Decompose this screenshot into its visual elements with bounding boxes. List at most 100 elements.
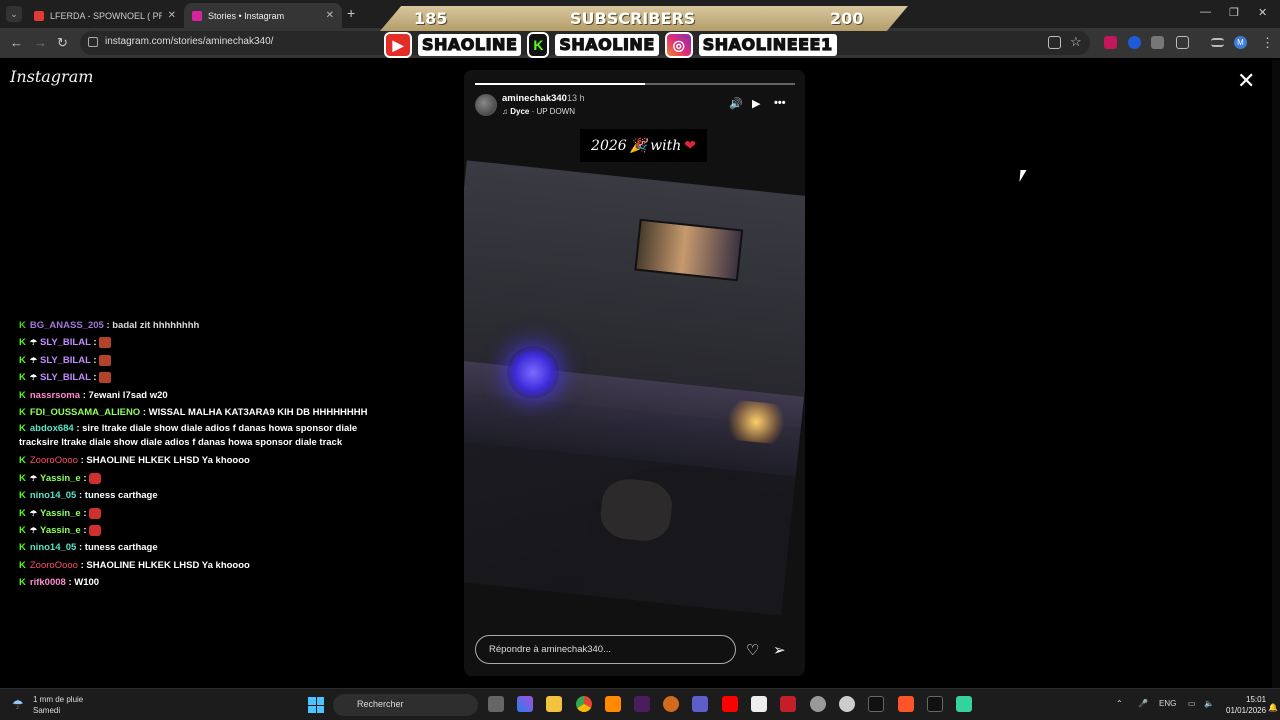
brave-icon[interactable] (898, 696, 914, 712)
reading-list-icon[interactable] (1211, 38, 1224, 47)
clock-time: 15:01 (1246, 695, 1267, 704)
kick-badge-icon: K (19, 423, 26, 435)
chat-username[interactable]: rifk0008 (30, 577, 66, 588)
chat-text: : 7ewani l7sad w20 (82, 389, 168, 401)
reload-icon[interactable]: ↻ (57, 35, 68, 51)
window-close-button[interactable]: ✕ (1258, 6, 1267, 19)
restore-button[interactable]: ❐ (1229, 6, 1239, 19)
music-icon: ♫ (502, 107, 508, 116)
windows-start-icon[interactable] (308, 697, 324, 713)
story-username[interactable]: aminechak340 (502, 93, 567, 104)
kick-badge-icon: K (19, 337, 26, 349)
install-app-icon[interactable] (1048, 36, 1061, 49)
task-view-icon[interactable] (488, 696, 504, 712)
chat-username[interactable]: FDI_OUSSAMA_ALIENO (30, 407, 140, 418)
app-icon[interactable] (839, 696, 855, 712)
taskbar-clock[interactable]: 15:01 01/01/2026 (1226, 694, 1266, 716)
tab-instagram-stories[interactable]: Stories • Instagram ✕ (184, 3, 342, 28)
chat-username[interactable]: ZooroOooo (30, 455, 78, 466)
user-badge-icon: ☂ (29, 526, 38, 536)
tradingview-icon[interactable] (927, 696, 943, 712)
xm-icon[interactable] (868, 696, 884, 712)
chat-message: K FDI_OUSSAMA_ALIENO : WISSAL MALHA KAT3A… (19, 404, 368, 421)
back-arrow-icon[interactable]: ← (10, 35, 23, 50)
chat-emote-icon (89, 507, 102, 519)
chat-text: : SHAOLINE HLKEK LHSD Ya khoooo (80, 559, 250, 571)
site-info-icon[interactable] (88, 37, 98, 47)
app-icon[interactable] (780, 696, 796, 712)
volume-icon[interactable]: 🔈 (1204, 699, 1214, 708)
chat-username[interactable]: nassrsoma (30, 390, 80, 401)
profile-avatar-icon[interactable]: M (1234, 36, 1247, 49)
page-scrollbar[interactable] (1272, 60, 1280, 688)
chat-message: K ZooroOooo : SHAOLINE HLKEK LHSD Ya khoo… (19, 557, 364, 574)
kick-badge-icon: K (19, 389, 26, 401)
menu-kebab-icon[interactable]: ⋮ (1261, 35, 1274, 51)
like-heart-icon[interactable]: ♡ (746, 641, 759, 659)
extension-icon[interactable] (1151, 36, 1164, 49)
taskbar-search[interactable]: Rechercher (333, 694, 478, 716)
mute-speaker-icon[interactable]: 🔊 (729, 97, 743, 110)
chat-username[interactable]: abdox684 (30, 423, 74, 434)
subs-current: 185 (414, 9, 448, 28)
minimize-button[interactable]: — (1200, 6, 1211, 18)
app-icon[interactable] (605, 696, 621, 712)
instagram-logo[interactable]: Instagram (10, 67, 93, 86)
microphone-icon[interactable]: 🎤 (1138, 699, 1148, 708)
language-indicator[interactable]: ENG (1159, 699, 1176, 708)
story-progress-fill (475, 83, 645, 85)
kick-handle: SHAOLINE (555, 34, 659, 56)
chevron-up-icon[interactable]: ⌃ (1116, 699, 1123, 708)
url-text: instagram.com/stories/aminechak340/ (105, 36, 274, 47)
chat-message: K ☂ SLY_BILAL : (19, 369, 364, 386)
chrome-icon[interactable] (576, 696, 592, 712)
app-icon[interactable] (810, 696, 826, 712)
extension-icon[interactable] (1104, 36, 1117, 49)
app-icon[interactable] (663, 696, 679, 712)
music-track: · UP DOWN (529, 107, 575, 116)
teams-icon[interactable] (692, 696, 708, 712)
tab-search-button[interactable]: ⌄ (6, 6, 22, 22)
youtube-icon: ▶ (384, 32, 412, 58)
weather-widget[interactable]: 1 mm de pluie Samedi (33, 694, 83, 716)
play-icon[interactable]: ▶ (752, 97, 760, 110)
avatar[interactable] (475, 94, 497, 116)
kick-badge-icon: K (19, 455, 26, 467)
story-viewer[interactable]: aminechak340 13 h ♫ Dyce · UP DOWN 🔊 ▶ •… (464, 70, 805, 676)
more-options-icon[interactable]: ••• (774, 97, 786, 109)
close-story-icon[interactable]: ✕ (1237, 70, 1255, 92)
chat-username[interactable]: Yassin_e (40, 508, 81, 519)
chat-username[interactable]: SLY_BILAL (40, 372, 91, 383)
app-icon[interactable] (956, 696, 972, 712)
chat-username[interactable]: nino14_05 (30, 490, 76, 501)
story-music[interactable]: ♫ Dyce · UP DOWN (502, 107, 575, 116)
bookmark-star-icon[interactable]: ☆ (1070, 34, 1082, 50)
chat-username[interactable]: SLY_BILAL (40, 355, 91, 366)
chat-username[interactable]: BG_ANASS_205 (30, 320, 104, 331)
new-tab-button[interactable]: + (347, 5, 355, 21)
reply-input[interactable]: Répondre à aminechak340... (475, 635, 736, 664)
tab-close-icon[interactable]: ✕ (168, 10, 176, 21)
app-icon[interactable] (634, 696, 650, 712)
chat-username[interactable]: SLY_BILAL (40, 337, 91, 348)
chat-username[interactable]: Yassin_e (40, 473, 81, 484)
tab-close-icon[interactable]: ✕ (326, 10, 334, 21)
extensions-puzzle-icon[interactable] (1176, 36, 1189, 49)
send-paper-plane-icon[interactable]: ➢ (773, 641, 786, 659)
chat-username[interactable]: nino14_05 (30, 542, 76, 553)
rain-umbrella-icon[interactable]: ☂ (12, 697, 24, 713)
file-explorer-icon[interactable] (546, 696, 562, 712)
tab-lferda[interactable]: LFERDA - SPOWNOEL ( PROD B ✕ (26, 3, 184, 28)
forward-arrow-icon[interactable]: → (34, 35, 47, 50)
youtube-app-icon[interactable] (722, 696, 738, 712)
app-icon[interactable] (751, 696, 767, 712)
network-icon[interactable]: ▭ (1188, 699, 1196, 708)
kick-badge-icon: K (19, 407, 26, 419)
copilot-icon[interactable] (517, 696, 533, 712)
notification-icon[interactable]: 🔔 (1268, 703, 1278, 712)
chat-emote-icon (89, 525, 102, 537)
chat-username[interactable]: ZooroOooo (30, 560, 78, 571)
chat-username[interactable]: Yassin_e (40, 525, 81, 536)
chat-message: Knino14_05 : tuness carthage (19, 539, 364, 556)
extension-icon[interactable] (1128, 36, 1141, 49)
